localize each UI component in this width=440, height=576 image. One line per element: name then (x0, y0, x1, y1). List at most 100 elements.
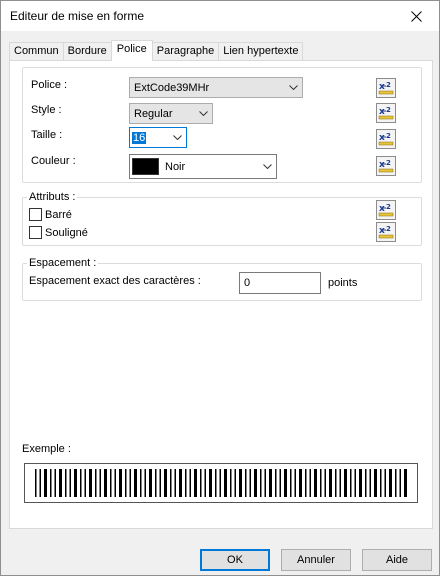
barcode-bar (404, 469, 407, 497)
barcode-bar (324, 469, 326, 497)
svg-text:2: 2 (386, 106, 391, 114)
barcode-bar (189, 469, 191, 497)
barcode-bar (344, 469, 347, 497)
barcode-bar (74, 469, 77, 497)
barcode-bar (239, 469, 242, 497)
barcode-bar (294, 469, 296, 497)
style-value: Regular (134, 107, 173, 120)
police-formula-button[interactable]: x 2 (376, 78, 396, 98)
barcode-bar (39, 469, 41, 497)
style-select[interactable]: Regular (129, 103, 213, 124)
barcode-bar (44, 469, 47, 497)
barcode-bar (69, 469, 71, 497)
barcode-bar (275, 469, 277, 497)
barcode-bar (290, 469, 292, 497)
font-group: Police : ExtCode39MHr Style : Regular Ta… (22, 67, 422, 183)
tab-strip: Commun Bordure Police Paragraphe Lien hy… (9, 40, 304, 61)
barcode-bar (144, 469, 146, 497)
barcode-bar (249, 469, 251, 497)
taille-formula-button[interactable]: x 2 (376, 129, 396, 149)
barcode-bar (89, 469, 92, 497)
taille-value: 16 (132, 131, 147, 144)
aide-button[interactable]: Aide (362, 549, 432, 571)
barcode-bar (234, 469, 236, 497)
formula-icon: x 2 (378, 81, 394, 95)
barcode-bar (149, 469, 152, 497)
barcode-bar (125, 469, 127, 497)
barcode-bar (279, 469, 281, 497)
svg-text:2: 2 (386, 203, 391, 211)
barcode-bar (119, 469, 122, 497)
barcode-bar (329, 469, 332, 497)
svg-text:x: x (379, 160, 385, 170)
barcode-bar (99, 469, 101, 497)
espacement-input[interactable] (239, 272, 321, 294)
tab-police[interactable]: Police (110, 40, 153, 61)
barcode-bar (140, 469, 142, 497)
barre-checkbox-box[interactable] (29, 208, 42, 221)
formula-icon: x 2 (378, 203, 394, 217)
formula-icon: x 2 (378, 225, 394, 239)
souligne-checkbox-box[interactable] (29, 226, 42, 239)
barcode-bar (194, 469, 197, 497)
souligne-label: Souligné (45, 226, 88, 239)
barcode-bar (80, 469, 82, 497)
barcode-bar (59, 469, 62, 497)
barcode-bar (95, 469, 97, 497)
espacement-unit: points (328, 277, 358, 289)
taille-combo[interactable]: 16 (129, 127, 187, 148)
ok-button[interactable]: OK (200, 549, 270, 571)
svg-text:2: 2 (386, 132, 391, 140)
style-formula-button[interactable]: x 2 (376, 103, 396, 123)
barcode-bar (380, 469, 382, 497)
barcode-bar (245, 469, 247, 497)
chevron-down-icon (169, 128, 186, 147)
police-select[interactable]: ExtCode39MHr (129, 77, 303, 98)
chevron-down-icon (285, 78, 302, 97)
barcode-bar (84, 469, 86, 497)
barcode-bar (185, 469, 187, 497)
barre-label: Barré (45, 208, 72, 221)
barre-formula-button[interactable]: x 2 (376, 200, 396, 220)
barcode-bar (219, 469, 221, 497)
tab-commun[interactable]: Commun (9, 42, 64, 61)
svg-text:2: 2 (386, 225, 391, 233)
tab-bordure[interactable]: Bordure (62, 42, 112, 61)
barcode-bar (284, 469, 287, 497)
barcode-bar (354, 469, 356, 497)
barcode-bar (215, 469, 217, 497)
svg-text:2: 2 (386, 159, 391, 167)
taille-label: Taille : (31, 129, 63, 141)
barcode-bar (269, 469, 272, 497)
color-swatch (132, 158, 159, 175)
close-button[interactable] (393, 1, 439, 31)
couleur-select[interactable]: Noir (129, 154, 277, 179)
barre-checkbox[interactable]: Barré (29, 208, 72, 221)
barcode-bar (204, 469, 206, 497)
annuler-button[interactable]: Annuler (281, 549, 351, 571)
barcode-bar (114, 469, 116, 497)
barcode-bar (35, 469, 37, 497)
couleur-formula-button[interactable]: x 2 (376, 156, 396, 176)
espacement-group: Espacement : Espacement exact des caract… (22, 257, 422, 301)
barcode-bar (104, 469, 107, 497)
title-bar: Editeur de mise en forme (1, 1, 439, 31)
barcode-bar (309, 469, 311, 497)
barcode-bar (170, 469, 172, 497)
espacement-label: Espacement exact des caractères : (29, 275, 201, 287)
souligne-checkbox[interactable]: Souligné (29, 226, 88, 239)
barcode-bar (174, 469, 176, 497)
close-icon (410, 10, 422, 22)
police-value: ExtCode39MHr (134, 81, 210, 94)
barcode-bar (254, 469, 257, 497)
tab-paragraphe[interactable]: Paragraphe (151, 42, 220, 61)
formula-icon: x 2 (378, 159, 394, 173)
barcode-bar (399, 469, 401, 497)
couleur-value: Noir (165, 160, 186, 173)
barcode-bar (129, 469, 131, 497)
barcode-bar (134, 469, 137, 497)
souligne-formula-button[interactable]: x 2 (376, 222, 396, 242)
tab-lien-hypertexte[interactable]: Lien hypertexte (218, 42, 304, 61)
barcode-preview (35, 469, 407, 497)
barcode-bar (155, 469, 157, 497)
